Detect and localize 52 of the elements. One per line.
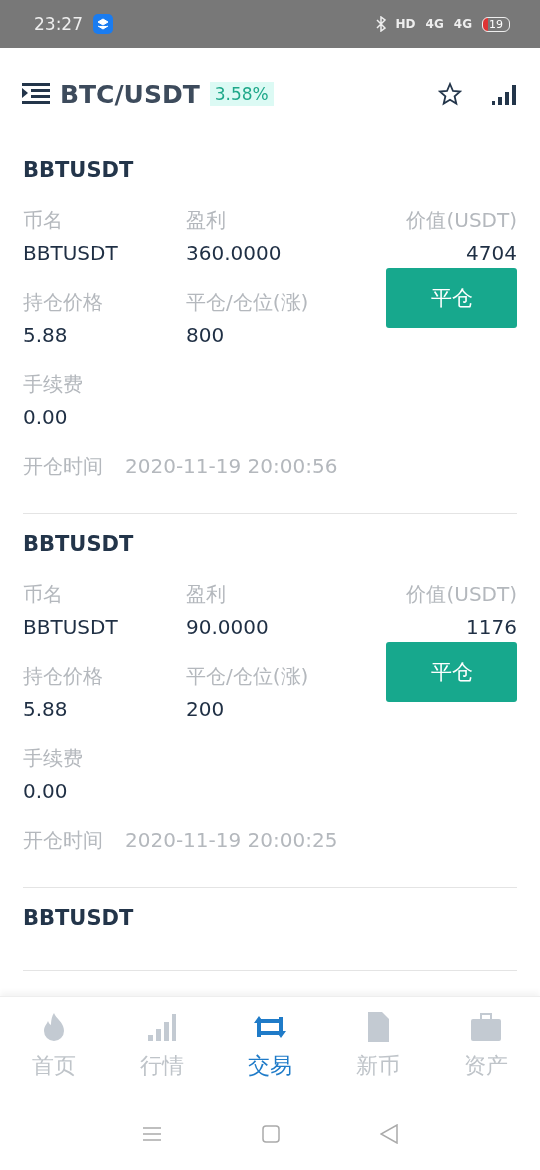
field-value: 0.00	[23, 404, 68, 431]
change-badge: 3.58%	[209, 82, 274, 106]
nav-tab[interactable]: 交易	[216, 997, 324, 1097]
field-value: 0.00	[23, 778, 68, 805]
close-position-button[interactable]: 平仓	[386, 268, 517, 328]
close-position-button[interactable]: 平仓	[386, 642, 517, 702]
field-value: 360.0000	[186, 240, 282, 267]
field-value: BBTUSDT	[23, 614, 118, 641]
position-title: BBTUSDT	[23, 532, 134, 556]
field-label: 币名	[23, 581, 63, 608]
briefcase-icon	[469, 1011, 503, 1043]
position-title: BBTUSDT	[23, 158, 134, 182]
bluetooth-icon	[375, 16, 386, 32]
field-value: 800	[186, 322, 225, 349]
field-label: 持仓价格	[23, 663, 103, 690]
field-value: 90.0000	[186, 614, 269, 641]
app-icon	[93, 14, 113, 34]
field-label: 平仓/仓位(涨)	[186, 663, 309, 690]
clock: 23:27	[34, 14, 83, 34]
open-time: 2020-11-19 20:00:25	[125, 827, 338, 854]
battery-indicator: 19	[482, 16, 510, 32]
field-label: 手续费	[23, 371, 83, 398]
nav-tab[interactable]: 资产	[432, 997, 540, 1097]
field-label: 价值(USDT)	[406, 207, 517, 234]
field-value: 1176	[466, 614, 517, 641]
network-label: 4G	[453, 17, 472, 31]
field-value: 200	[186, 696, 225, 723]
hd-indicator: HD	[395, 17, 416, 31]
nav-tab[interactable]: 新币	[324, 997, 432, 1097]
field-label: 持仓价格	[23, 289, 103, 316]
open-time: 2020-11-19 20:00:56	[125, 453, 338, 480]
field-label: 价值(USDT)	[406, 581, 517, 608]
field-value: 5.88	[23, 696, 68, 723]
field-value: BBTUSDT	[23, 240, 118, 267]
field-value: 5.88	[23, 322, 68, 349]
nav-tab[interactable]: 行情	[108, 997, 216, 1097]
field-label: 币名	[23, 207, 63, 234]
menu-icon[interactable]	[22, 83, 50, 105]
field-label: 盈利	[186, 581, 226, 608]
field-label: 平仓/仓位(涨)	[186, 289, 309, 316]
field-label: 手续费	[23, 745, 83, 772]
position-title: BBTUSDT	[23, 906, 134, 930]
signal-bars-icon[interactable]	[492, 83, 518, 105]
field-value: 4704	[466, 240, 517, 267]
field-label: 开仓时间	[23, 453, 103, 480]
star-icon[interactable]	[438, 82, 462, 106]
field-label: 盈利	[186, 207, 226, 234]
field-label: 开仓时间	[23, 827, 103, 854]
signal-bars-icon	[145, 1011, 179, 1043]
pair-title: BTC/USDT	[60, 79, 200, 109]
nav-tab[interactable]: 首页	[0, 997, 108, 1097]
network-label: 4G	[425, 17, 444, 31]
